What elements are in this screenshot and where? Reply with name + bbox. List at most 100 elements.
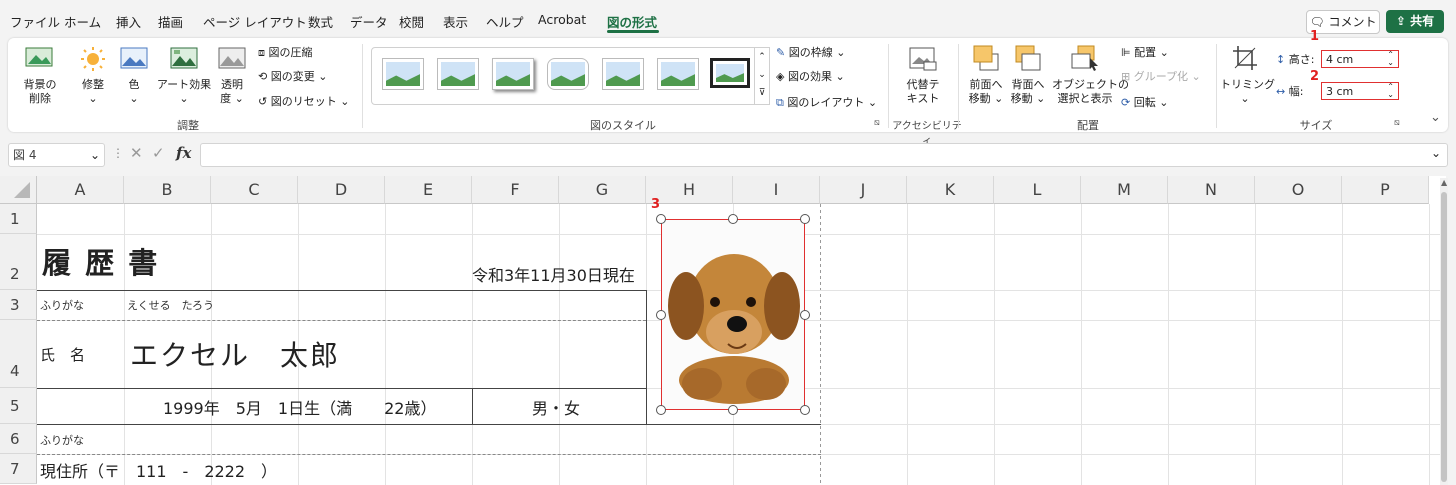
tab-review[interactable]: 校閲	[399, 12, 424, 31]
column-header[interactable]: I	[733, 176, 820, 204]
picture-effects-button[interactable]: ◈ 図の効果 ⌄	[776, 68, 845, 84]
resize-handle[interactable]	[800, 310, 810, 320]
resize-handle[interactable]	[656, 405, 666, 415]
scroll-up-icon[interactable]: ▲	[1441, 178, 1447, 187]
layout-icon: ⧉	[776, 96, 784, 109]
gridline	[994, 204, 995, 485]
transparency-button[interactable]: 透明度 ⌄	[216, 78, 248, 106]
column-header[interactable]: K	[907, 176, 994, 204]
send-backward-button[interactable]: 背面へ 移動 ⌄	[1008, 78, 1048, 106]
resize-handle[interactable]	[656, 214, 666, 224]
tab-view[interactable]: 表示	[443, 12, 468, 31]
share-button[interactable]: ⇪ 共有	[1386, 10, 1444, 33]
tab-insert[interactable]: 挿入	[116, 12, 141, 31]
column-header[interactable]: M	[1081, 176, 1168, 204]
tab-draw[interactable]: 描画	[158, 12, 183, 31]
column-header[interactable]: A	[37, 176, 124, 204]
name-box[interactable]: 図 4 ⌄	[8, 143, 105, 167]
compress-pictures-button[interactable]: ⧈ 図の圧縮	[258, 44, 313, 60]
column-header[interactable]: E	[385, 176, 472, 204]
row-header[interactable]: 2	[0, 234, 37, 290]
change-picture-icon: ⟲	[258, 70, 268, 83]
column-header[interactable]: G	[559, 176, 646, 204]
column-header[interactable]: N	[1168, 176, 1255, 204]
style-thumb-6[interactable]	[657, 58, 699, 90]
reset-picture-button[interactable]: ↺ 図のリセット ⌄	[258, 93, 349, 109]
furigana-label: ふりがな	[40, 299, 84, 312]
row-header[interactable]: 6	[0, 424, 37, 454]
selected-picture[interactable]	[661, 219, 805, 410]
enter-icon[interactable]: ✓	[152, 144, 165, 162]
picture-layout-button[interactable]: ⧉ 図のレイアウト ⌄	[776, 94, 877, 110]
select-all-corner[interactable]	[0, 176, 37, 204]
resize-handle[interactable]	[728, 405, 738, 415]
tab-acrobat[interactable]: Acrobat	[538, 12, 586, 27]
rotate-button[interactable]: ⟳ 回転 ⌄	[1121, 94, 1168, 110]
corrections-button[interactable]: 修整 ⌄	[76, 78, 110, 106]
column-header[interactable]: P	[1342, 176, 1429, 204]
resize-handle[interactable]	[800, 405, 810, 415]
row-header[interactable]: 3	[0, 290, 37, 320]
tab-page-layout[interactable]: ページ レイアウト	[203, 12, 307, 31]
column-header[interactable]: D	[298, 176, 385, 204]
styles-dialog-launcher-icon[interactable]: ⧅	[874, 118, 880, 128]
formula-input[interactable]: ⌄	[200, 143, 1448, 167]
style-thumb-7[interactable]	[710, 58, 750, 88]
tab-file[interactable]: ファイル	[10, 12, 60, 31]
column-header[interactable]: O	[1255, 176, 1342, 204]
row-header[interactable]: 1	[0, 204, 37, 234]
artistic-effects-button[interactable]: アート効果 ⌄	[154, 78, 214, 106]
style-thumb-5[interactable]	[602, 58, 644, 90]
cancel-icon[interactable]: ✕	[130, 144, 143, 162]
row-header[interactable]: 4	[0, 320, 37, 388]
picture-styles-gallery[interactable]	[371, 47, 759, 105]
gallery-scroll[interactable]: ⌃ ⌄ ⊽	[754, 47, 770, 105]
change-picture-button[interactable]: ⟲ 図の変更 ⌄	[258, 68, 327, 84]
insert-function-icon[interactable]: fx	[176, 144, 191, 162]
annotation-1: 1	[1310, 29, 1320, 44]
remove-background-button[interactable]: 背景の 削除	[18, 78, 62, 106]
tab-home[interactable]: ホーム	[64, 12, 101, 31]
address-cell: 現住所（〒 111 - 2222 ）	[40, 462, 278, 481]
picture-border-button[interactable]: ✎ 図の枠線 ⌄	[776, 44, 845, 60]
table-border	[37, 454, 821, 455]
style-thumb-1[interactable]	[382, 58, 424, 90]
size-dialog-launcher-icon[interactable]: ⧅	[1394, 118, 1400, 128]
color-button[interactable]: 色 ⌄	[118, 78, 150, 106]
name-label: 氏 名	[40, 346, 86, 364]
name-box-dropdown-icon[interactable]: ⌄	[90, 144, 100, 166]
style-thumb-2[interactable]	[437, 58, 479, 90]
style-thumb-3[interactable]	[492, 58, 534, 90]
width-label: ↔ 幅:	[1276, 85, 1304, 98]
resize-handle[interactable]	[728, 214, 738, 224]
column-header[interactable]: F	[472, 176, 559, 204]
row-header[interactable]: 7	[0, 454, 37, 484]
style-thumb-4[interactable]	[547, 58, 589, 90]
tab-formulas[interactable]: 数式	[308, 12, 333, 31]
vertical-scrollbar[interactable]: ▲	[1440, 178, 1448, 485]
width-input[interactable]: 3 cm ⌃ ⌄	[1321, 82, 1399, 100]
height-input[interactable]: 4 cm ⌃ ⌄	[1321, 50, 1399, 68]
resize-handle[interactable]	[656, 310, 666, 320]
alt-text-button[interactable]: 代替テ キスト	[900, 78, 946, 106]
row-header[interactable]: 5	[0, 388, 37, 424]
column-header[interactable]: J	[820, 176, 907, 204]
scrollbar-thumb[interactable]	[1441, 192, 1447, 482]
expand-formula-icon[interactable]: ⌄	[1431, 146, 1441, 160]
column-header[interactable]: L	[994, 176, 1081, 204]
selection-pane-button[interactable]: オブジェクトの 選択と表示	[1052, 78, 1129, 106]
column-header[interactable]: C	[211, 176, 298, 204]
column-header[interactable]: B	[124, 176, 211, 204]
tab-data[interactable]: データ	[350, 12, 388, 31]
group-objects-button[interactable]: ⊞ グループ化 ⌄	[1121, 68, 1201, 84]
table-border	[37, 290, 646, 291]
align-button[interactable]: ⊫ 配置 ⌄	[1121, 44, 1169, 60]
bring-forward-button[interactable]: 前面へ 移動 ⌄	[966, 78, 1006, 106]
tab-picture-format[interactable]: 図の形式	[607, 12, 657, 31]
collapse-ribbon-icon[interactable]: ⌄	[1430, 110, 1441, 125]
spreadsheet-grid[interactable]: A B C D E F G H I J K L M N O P 1 2 3 4 …	[0, 176, 1446, 485]
crop-button[interactable]: トリミング ⌄	[1220, 78, 1275, 106]
tab-help[interactable]: ヘルプ	[486, 12, 524, 31]
share-icon: ⇪	[1395, 14, 1406, 28]
resize-handle[interactable]	[800, 214, 810, 224]
